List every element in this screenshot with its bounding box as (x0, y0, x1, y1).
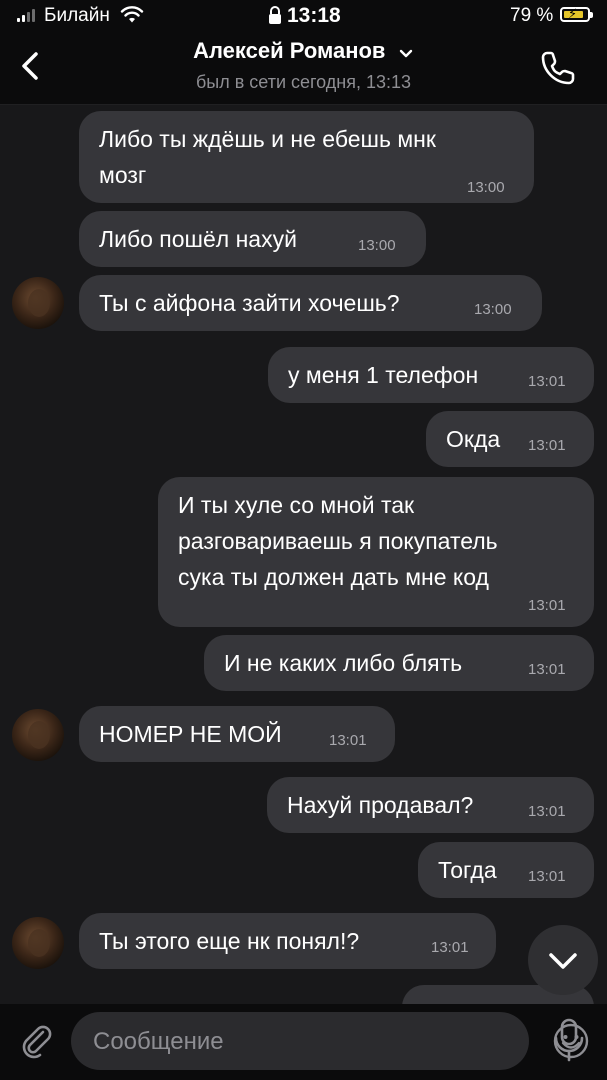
avatar[interactable] (12, 277, 64, 329)
signal-icon (17, 9, 35, 22)
message-bubble-outgoing[interactable]: Окда 13:01 (426, 411, 594, 467)
message-bubble-incoming[interactable]: Либо пошёл нахуй 13:00 (79, 211, 426, 267)
lock-icon (269, 6, 281, 24)
last-seen: был в сети сегодня, 13:13 (195, 72, 412, 92)
composer (0, 1004, 607, 1080)
message-bubble-outgoing[interactable]: Нахуй продавал? 13:01 (267, 777, 594, 833)
message-time: 13:00 (467, 179, 505, 196)
message-time: 13:00 (474, 301, 512, 318)
chevron-down-icon (549, 953, 577, 969)
message-bubble-incoming[interactable]: Либо ты ждёшь и не ебешь мнк мозг 13:00 (79, 111, 534, 203)
message-text: Окда (446, 426, 501, 452)
message-bubble-outgoing[interactable]: И не каких либо блять 13:01 (204, 635, 594, 691)
message-text: Тогда (438, 857, 497, 883)
carrier-name: Билайн (44, 5, 110, 26)
avatar[interactable] (12, 709, 64, 761)
message-time: 13:01 (528, 373, 566, 390)
message-time: 13:01 (329, 732, 367, 749)
message-time: 13:01 (528, 868, 566, 885)
chevron-down-icon[interactable] (398, 48, 414, 60)
message-text: Нахуй продавал? (287, 792, 474, 818)
message-bubble-incoming[interactable]: НОМЕР НЕ МОЙ 13:01 (79, 706, 395, 762)
avatar[interactable] (12, 917, 64, 969)
paperclip-icon[interactable] (16, 1020, 56, 1060)
message-time: 13:01 (431, 939, 469, 956)
message-text: Либо пошёл нахуй (99, 226, 297, 252)
message-bubble-outgoing[interactable]: у меня 1 телефон 13:01 (268, 347, 594, 403)
message-text: И ты хуле со мной так разговариваешь я по… (178, 492, 498, 590)
message-text: у меня 1 телефон (288, 362, 479, 388)
scroll-to-bottom-button[interactable] (528, 925, 598, 995)
chat-header: Алексей Романов был в сети сегодня, 13:1… (0, 34, 607, 105)
clock: 13:18 (287, 4, 341, 27)
message-bubble-outgoing[interactable]: Тогда 13:01 (418, 842, 594, 898)
message-text: И не каких либо блять (224, 650, 463, 676)
message-bubble-outgoing[interactable]: И ты хуле со мной так разговариваешь я по… (158, 477, 594, 627)
message-time: 13:00 (358, 237, 396, 254)
battery-percent: 79 % (510, 5, 554, 26)
contact-name[interactable]: Алексей Романов (193, 38, 385, 64)
message-bubble-incoming[interactable]: Ты этого еще нк понял!? 13:01 (79, 913, 496, 969)
message-time: 13:01 (528, 661, 566, 678)
message-text: НОМЕР НЕ МОЙ (99, 721, 282, 747)
wifi-icon (120, 6, 144, 23)
microphone-icon[interactable] (551, 1016, 587, 1066)
message-input-container[interactable] (71, 1012, 589, 1072)
message-text: Ты этого еще нк понял!? (99, 928, 360, 954)
phone-icon[interactable] (538, 48, 578, 88)
message-time: 13:01 (528, 597, 566, 614)
message-text: Либо ты ждёшь и не ебешь мнк мозг (99, 126, 436, 188)
contact-title[interactable]: Алексей Романов (0, 38, 607, 64)
message-list[interactable]: Либо ты ждёшь и не ебешь мнк мозг 13:00 Л… (0, 105, 607, 1005)
status-bar: Билайн 13:18 79 % ⚡ (0, 0, 607, 34)
message-text: Ты с айфона зайти хочешь? (99, 290, 400, 316)
message-bubble-incoming[interactable]: Ты с айфона зайти хочешь? 13:00 (79, 275, 542, 331)
battery-charging-icon: ⚡ (560, 6, 593, 22)
message-time: 13:01 (528, 803, 566, 820)
message-time: 13:01 (528, 437, 566, 454)
message-input[interactable] (91, 1012, 475, 1072)
